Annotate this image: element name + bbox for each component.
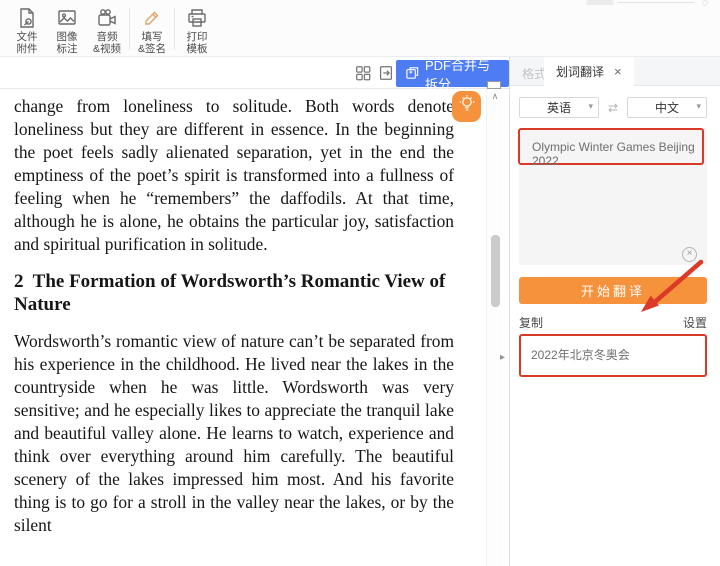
tab-close-icon[interactable]: × <box>614 64 622 79</box>
source-language-select[interactable]: 英语 ▾ <box>519 97 599 118</box>
copy-button[interactable]: 复制 <box>519 314 543 331</box>
ribbon-item-image-annotation[interactable]: 图像标注 <box>47 6 87 55</box>
result-toolbar: 复制 设置 <box>519 312 707 332</box>
document-paragraph: Wordsworth’s romantic view of nature can… <box>14 330 454 537</box>
scrollbar-thumb[interactable] <box>491 235 500 307</box>
source-text: Olympic Winter Games Beijing 2022 <box>532 140 707 168</box>
ribbon-item-label: 音频&视频 <box>87 31 127 55</box>
zoom-slider-remnant <box>558 0 710 6</box>
chevron-down-icon: ▾ <box>588 101 593 112</box>
document-paragraph: change from loneliness to solitude. Both… <box>14 95 454 256</box>
translation-result-text: 2022年北京冬奥会 <box>531 348 630 362</box>
ribbon-item-label: 填写&签名 <box>132 31 172 55</box>
target-language-value: 中文 <box>655 99 679 116</box>
zoom-slider-track <box>618 2 694 3</box>
annotation-red-box-result: 2022年北京冬奥会 <box>519 334 707 377</box>
swap-languages-icon[interactable]: ⇄ <box>605 101 621 115</box>
grid-view-icon[interactable] <box>354 64 372 82</box>
ribbon-toolbar: 文件附件 图像标注 <box>0 0 720 57</box>
document-scrollbar[interactable]: ∧ <box>486 89 503 566</box>
translate-panel: 格式 划词翻译 × 英语 ▾ ⇄ 中文 ▾ Olympic Winte <box>509 57 720 566</box>
translate-panel-content: 英语 ▾ ⇄ 中文 ▾ Olympic Winter Games Beijing… <box>510 97 720 377</box>
ribbon-items: 文件附件 图像标注 <box>0 0 720 55</box>
ribbon-item-label: 打印模板 <box>177 31 217 55</box>
document-toolbar: PDF合并与拆分 <box>0 57 509 89</box>
ribbon-divider <box>174 8 175 50</box>
document-page: change from loneliness to solitude. Both… <box>0 89 486 566</box>
scroll-up-icon[interactable]: ∧ <box>487 91 503 102</box>
zoom-slider-dot <box>702 0 708 6</box>
target-language-select[interactable]: 中文 ▾ <box>627 97 707 118</box>
file-attachment-icon <box>7 6 47 31</box>
panel-collapse-handle[interactable]: ▸ <box>500 352 505 363</box>
tab-translate[interactable]: 划词翻译 × <box>544 57 634 86</box>
clear-text-icon[interactable]: × <box>682 247 697 262</box>
source-language-value: 英语 <box>547 99 571 116</box>
language-row: 英语 ▾ ⇄ 中文 ▾ <box>519 97 707 118</box>
ribbon-divider <box>129 8 130 50</box>
pdf-merge-icon <box>405 65 420 83</box>
tab-format[interactable]: 格式 <box>522 65 546 82</box>
tab-translate-label: 划词翻译 <box>556 63 604 80</box>
printer-icon <box>177 6 217 31</box>
pdf-app-window: 文件附件 图像标注 <box>0 0 720 566</box>
ribbon-item-label: 图像标注 <box>47 31 87 55</box>
ribbon-item-fill-sign[interactable]: 填写&签名 <box>132 6 172 55</box>
page-view-icon[interactable] <box>377 64 395 82</box>
lightbulb-icon <box>457 93 477 120</box>
ribbon-item-label: 文件附件 <box>7 31 47 55</box>
panel-tabbar: 格式 划词翻译 × <box>510 57 720 86</box>
settings-button[interactable]: 设置 <box>683 314 707 331</box>
scrollbar-top-box <box>487 81 501 89</box>
video-camera-icon <box>87 6 127 31</box>
ribbon-item-print-template[interactable]: 打印模板 <box>177 6 217 55</box>
pencil-icon <box>132 6 172 31</box>
chevron-down-icon: ▾ <box>696 101 701 112</box>
tips-lightbulb-button[interactable] <box>452 91 481 122</box>
zoom-slider-thumb[interactable] <box>586 0 614 5</box>
ribbon-item-file-attachment[interactable]: 文件附件 <box>7 6 47 55</box>
document-heading: 2 The Formation of Wordsworth’s Romantic… <box>14 270 454 316</box>
start-translate-button[interactable]: 开始翻译 <box>519 277 707 304</box>
source-text-area[interactable]: Olympic Winter Games Beijing 2022 × <box>519 128 707 265</box>
image-annotation-icon <box>47 6 87 31</box>
ribbon-item-audio-video[interactable]: 音频&视频 <box>87 6 127 55</box>
